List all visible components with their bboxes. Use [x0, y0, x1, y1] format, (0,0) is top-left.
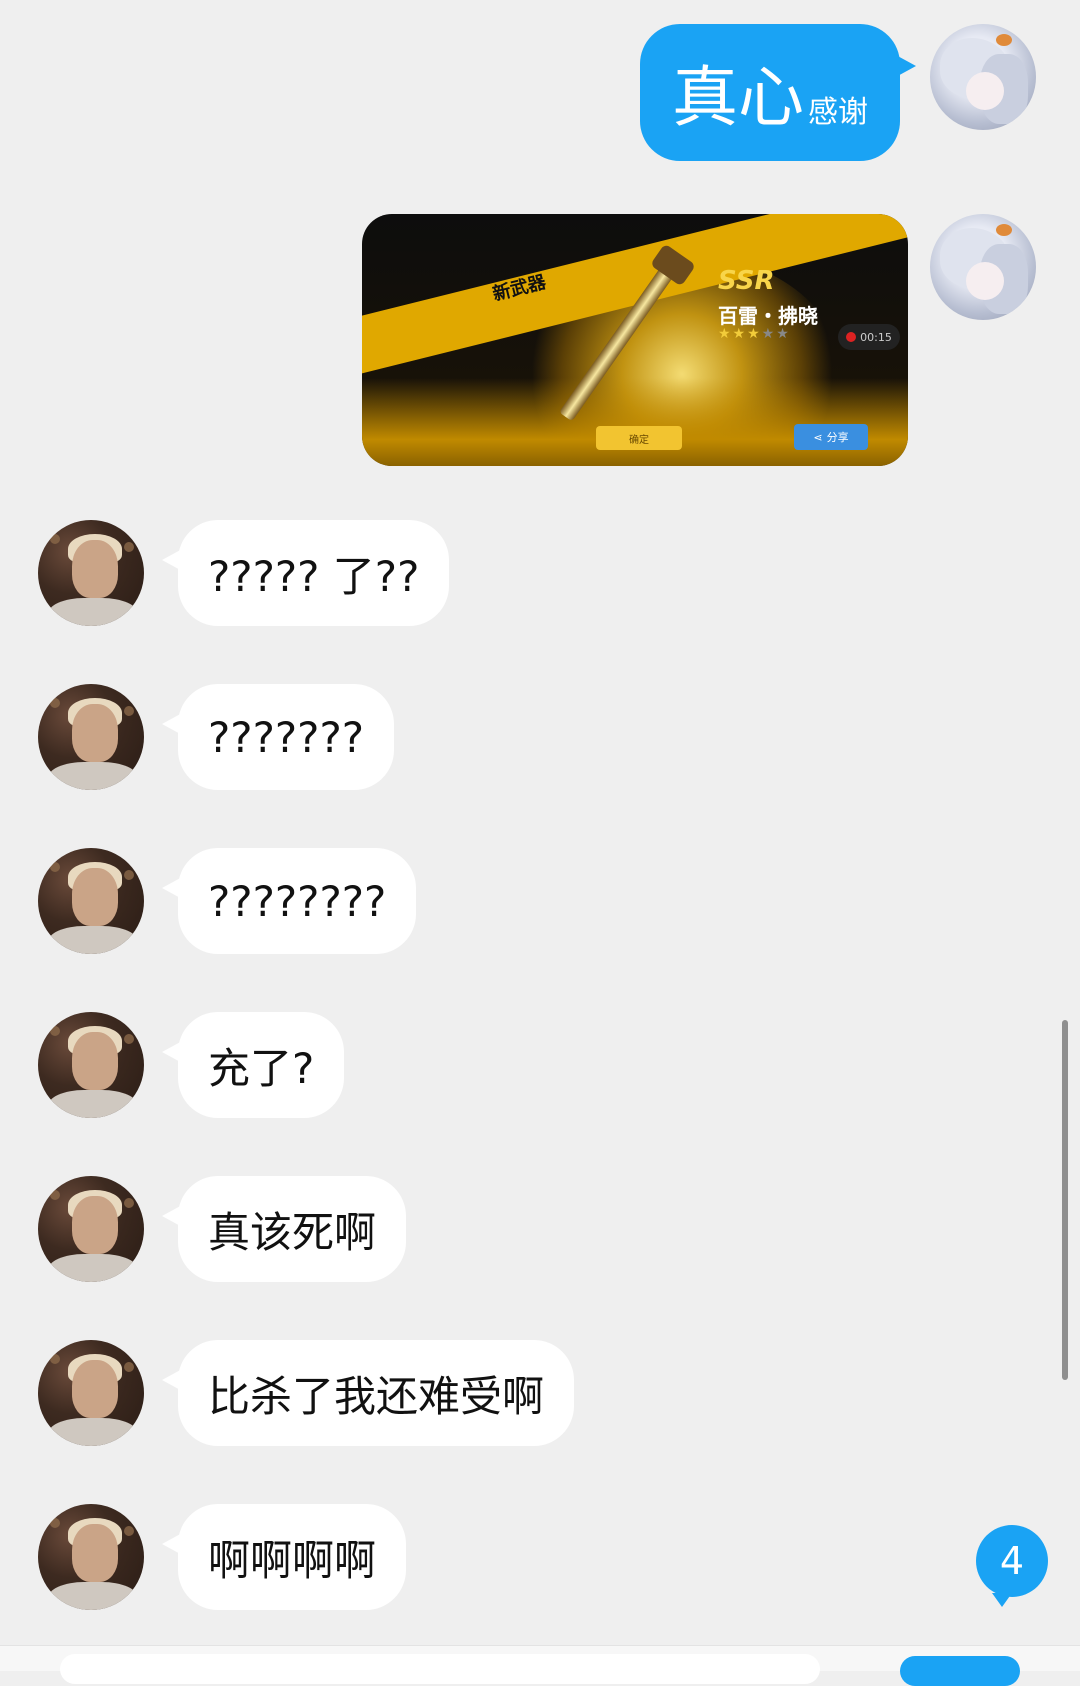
self-avatar[interactable]	[930, 24, 1036, 130]
message-text: 比杀了我还难受啊	[208, 1371, 545, 1421]
incoming-message-bubble[interactable]: 充了?	[161, 1012, 345, 1118]
input-bar	[0, 1645, 1080, 1686]
rarity-label: SSR	[718, 266, 775, 296]
incoming-message-bubble[interactable]: ???????	[161, 684, 395, 790]
self-avatar[interactable]	[930, 214, 1036, 320]
weapon-name: 百雷・拂晓	[718, 304, 818, 328]
message-text: 充了?	[208, 1043, 315, 1093]
message-text: ???????	[208, 712, 365, 762]
message-text-small: 感谢	[808, 95, 868, 130]
friend-avatar[interactable]	[38, 1340, 144, 1446]
message-text: ????????	[208, 876, 387, 926]
incoming-message-bubble[interactable]: ????? 了??	[161, 520, 450, 626]
incoming-message-bubble[interactable]: ????????	[161, 848, 417, 954]
friend-avatar[interactable]	[38, 520, 144, 626]
scrollbar[interactable]	[1062, 1020, 1068, 1380]
outgoing-message-bubble[interactable]: 真心 感谢	[640, 24, 916, 161]
message-text: 啊啊啊啊	[208, 1535, 377, 1585]
message-text: ????? 了??	[208, 551, 420, 601]
star-rating: ★★★★★	[718, 326, 791, 342]
bottom-band	[362, 378, 908, 466]
incoming-message-bubble[interactable]: 啊啊啊啊	[161, 1504, 407, 1610]
record-timer: 00:15	[838, 324, 900, 350]
friend-avatar[interactable]	[38, 848, 144, 954]
share-label: 分享	[826, 431, 849, 444]
unread-count-badge[interactable]: 4	[976, 1525, 1048, 1607]
message-text-large: 真心	[672, 59, 804, 136]
shared-image-message[interactable]: 新武器 SSR 百雷・拂晓 ★★★★★ 00:15 确定 ⋖ 分享	[362, 214, 908, 466]
message-input[interactable]	[60, 1654, 820, 1684]
confirm-button: 确定	[596, 426, 682, 450]
friend-avatar[interactable]	[38, 1012, 144, 1118]
share-button: ⋖ 分享	[794, 424, 868, 450]
incoming-message-bubble[interactable]: 真该死啊	[161, 1176, 407, 1282]
friend-avatar[interactable]	[38, 684, 144, 790]
message-text: 真该死啊	[208, 1207, 377, 1257]
timer-text: 00:15	[860, 330, 892, 344]
incoming-message-bubble[interactable]: 比杀了我还难受啊	[161, 1340, 575, 1446]
share-icon: ⋖	[813, 430, 823, 444]
record-icon	[846, 332, 857, 342]
send-button[interactable]	[900, 1656, 1020, 1686]
friend-avatar[interactable]	[38, 1176, 144, 1282]
friend-avatar[interactable]	[38, 1504, 144, 1610]
